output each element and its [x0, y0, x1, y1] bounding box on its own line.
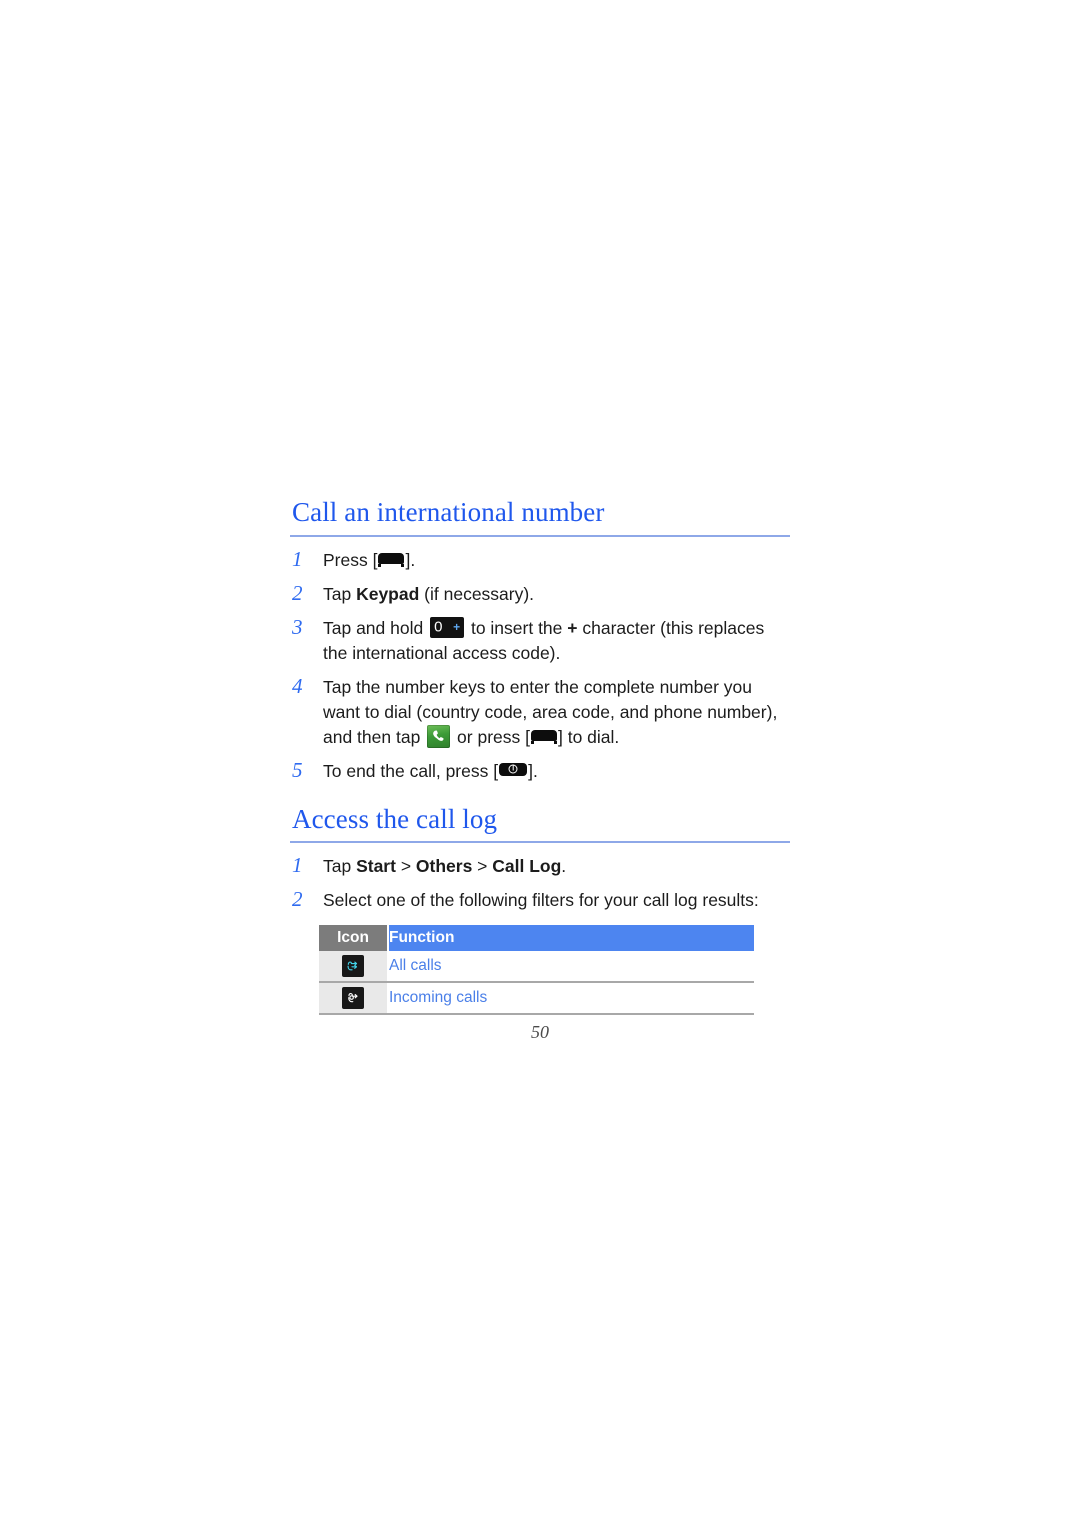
step-number: 4	[292, 673, 303, 698]
step-text: Select one of the following filters for …	[323, 890, 759, 911]
zero-plus-key-icon: 0 +	[430, 616, 465, 638]
step-number: 1	[292, 546, 303, 571]
step-item: 2 Tap Keypad (if necessary).	[290, 580, 790, 607]
steps-list-international: 1 Press []. 2 Tap Keypad (if necessary).…	[290, 546, 790, 784]
end-key-icon	[499, 762, 528, 776]
send-key-icon	[530, 729, 557, 744]
table-row: All calls	[319, 951, 754, 984]
step-text-tail: ] to dial.	[557, 726, 620, 747]
incoming-calls-icon	[342, 987, 364, 1010]
step-text-lead: To end the call, press [	[323, 760, 499, 781]
table-cell-function: All calls	[388, 951, 754, 984]
column-header-icon: Icon	[319, 925, 389, 952]
step-item: 1 Press [].	[290, 546, 790, 573]
menu-term-start: Start	[356, 856, 396, 877]
table-cell-icon	[319, 951, 389, 984]
table-cell-icon	[319, 982, 389, 1016]
menu-separator: >	[395, 856, 416, 877]
step-number: 2	[292, 887, 303, 912]
step-text-lead: Tap	[323, 583, 357, 604]
call-log-filters-table: Icon Function All calls Incoming calls	[319, 925, 754, 1016]
steps-list-call-log: 1 Tap Start > Others > Call Log. 2 Selec…	[290, 853, 790, 913]
table-row: Incoming calls	[319, 982, 754, 1016]
step-text-mid: or press [	[452, 726, 530, 747]
step-text-tail: .	[561, 856, 567, 877]
section-title-call-log: Access the call log	[292, 803, 498, 834]
step-number: 2	[292, 580, 303, 605]
step-item: 4 Tap the number keys to enter the compl…	[290, 673, 790, 750]
step-item: 3 Tap and hold 0 + to insert the + chara…	[290, 614, 790, 666]
dial-icon	[427, 724, 451, 748]
menu-separator: >	[472, 856, 493, 877]
menu-term-others: Others	[415, 856, 473, 877]
table-header-row: Icon Function	[319, 925, 754, 952]
step-text-lead: Tap	[323, 856, 357, 877]
step-text-lead: Tap and hold	[323, 617, 429, 638]
plus-character: +	[567, 617, 578, 638]
table-cell-function: Incoming calls	[388, 982, 754, 1016]
heading-divider	[290, 534, 790, 537]
step-text-lead: Press [	[323, 549, 378, 570]
page-content: Call an international number 1 Press [].…	[290, 497, 790, 1016]
step-item: 2 Select one of the following filters fo…	[290, 887, 790, 913]
menu-term-call-log: Call Log	[492, 856, 562, 877]
zero-key-digit: 0	[434, 618, 443, 636]
step-text-mid: to insert the	[466, 617, 568, 638]
step-bold-term: Keypad	[356, 583, 420, 604]
table-body: All calls Incoming calls	[319, 951, 754, 1016]
step-number: 3	[292, 614, 303, 639]
table-header: Icon Function	[319, 925, 754, 952]
heading-divider	[290, 841, 790, 844]
step-item: 1 Tap Start > Others > Call Log.	[290, 853, 790, 879]
zero-key-plus: +	[453, 620, 461, 635]
page-title: Call an international number	[292, 497, 605, 527]
page-number: 50	[531, 1022, 549, 1042]
step-text-tail: ].	[405, 549, 416, 570]
column-header-function: Function	[388, 925, 754, 952]
step-text-tail: (if necessary).	[419, 583, 535, 604]
step-number: 5	[292, 757, 303, 782]
step-text-tail: ].	[528, 760, 538, 781]
step-item: 5 To end the call, press [].	[290, 757, 790, 784]
send-key-icon	[378, 552, 405, 567]
all-calls-icon	[342, 955, 364, 978]
document-page: Call an international number 1 Press [].…	[0, 0, 1080, 1527]
power-symbol-icon	[508, 764, 518, 774]
step-number: 1	[292, 853, 303, 878]
